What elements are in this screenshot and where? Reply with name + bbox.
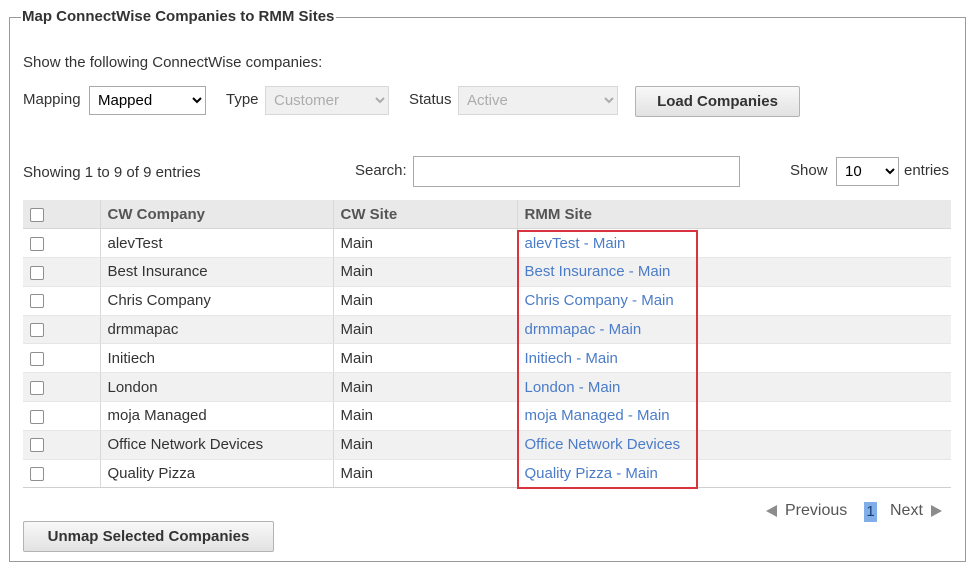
row-checkbox[interactable] <box>30 265 44 280</box>
cw-company-cell: Chris Company <box>100 286 334 316</box>
cw-site-cell: Main <box>333 315 518 345</box>
cw-site-cell: Main <box>333 286 518 316</box>
entries-info: Showing 1 to 9 of 9 entries <box>23 164 201 181</box>
type-label: Type <box>226 91 259 108</box>
row-checkbox[interactable] <box>30 467 44 482</box>
previous-label: Previous <box>785 502 848 519</box>
rmm-site-link[interactable]: London - Main <box>525 379 621 396</box>
mapping-label: Mapping <box>23 91 81 108</box>
rmm-site-link[interactable]: Quality Pizza - Main <box>525 465 658 482</box>
search-input[interactable] <box>413 156 740 187</box>
cw-site-cell: Main <box>333 343 518 374</box>
cw-site-cell: Main <box>333 459 518 489</box>
next-label: Next <box>890 502 923 519</box>
rmm-site-link[interactable]: Office Network Devices <box>525 436 681 453</box>
header-rmm-site[interactable]: RMM Site <box>517 200 951 230</box>
rmm-site-link[interactable]: alevTest - Main <box>525 235 626 252</box>
rmm-site-link[interactable]: Chris Company - Main <box>525 292 674 309</box>
status-select[interactable]: Active <box>458 86 618 115</box>
table-row: Office Network Devices Main Office Netwo… <box>23 430 951 460</box>
search-label: Search: <box>355 162 407 179</box>
panel-title: Map ConnectWise Companies to RMM Sites <box>21 8 337 26</box>
cw-site-cell: Main <box>333 372 518 403</box>
select-all-checkbox[interactable] <box>30 207 44 222</box>
cw-company-cell: drmmapac <box>100 315 334 345</box>
mapping-select[interactable]: Mapped <box>89 86 206 115</box>
row-checkbox[interactable] <box>30 323 44 338</box>
page-size-select[interactable]: 10 <box>836 157 899 186</box>
intro-text: Show the following ConnectWise companies… <box>23 54 323 71</box>
table-row: moja Managed Main moja Managed - Main <box>23 401 951 431</box>
rmm-site-link[interactable]: moja Managed - Main <box>525 407 670 424</box>
table-row: alevTest Main alevTest - Main <box>23 228 951 259</box>
rmm-site-link[interactable]: Initiech - Main <box>525 350 618 367</box>
table-header-row: CW Company CW Site RMM Site <box>23 200 951 230</box>
cw-company-cell: Quality Pizza <box>100 459 334 489</box>
row-checkbox[interactable] <box>30 409 44 424</box>
cw-company-cell: London <box>100 372 334 403</box>
cw-company-cell: alevTest <box>100 228 334 259</box>
table-row: Chris Company Main Chris Company - Main <box>23 286 951 316</box>
table-row: Quality Pizza Main Quality Pizza - Main <box>23 459 951 489</box>
cw-site-cell: Main <box>333 228 518 259</box>
cw-company-cell: moja Managed <box>100 401 334 431</box>
row-checkbox[interactable] <box>30 351 44 366</box>
cw-company-cell: Initiech <box>100 343 334 374</box>
companies-table: CW Company CW Site RMM Site alevTest Mai… <box>23 200 951 489</box>
triangle-left-icon <box>766 504 777 517</box>
entries-label: entries <box>904 162 950 179</box>
table-row: drmmapac Main drmmapac - Main <box>23 315 951 345</box>
select-all-cell <box>23 200 101 230</box>
rmm-site-link[interactable]: drmmapac - Main <box>525 321 642 338</box>
cw-site-cell: Main <box>333 257 518 287</box>
unmap-selected-button[interactable]: Unmap Selected Companies <box>23 521 274 552</box>
header-cw-site[interactable]: CW Site <box>333 200 518 230</box>
previous-page-button[interactable]: Previous <box>766 500 847 522</box>
show-label: Show <box>790 162 828 179</box>
rmm-site-link[interactable]: Best Insurance - Main <box>525 263 671 280</box>
triangle-right-icon <box>930 504 942 517</box>
cw-company-cell: Office Network Devices <box>100 430 334 460</box>
current-page-number[interactable]: 1 <box>864 502 877 522</box>
cw-site-cell: Main <box>333 401 518 431</box>
row-checkbox[interactable] <box>30 236 44 251</box>
row-checkbox[interactable] <box>30 380 44 395</box>
table-row: Best Insurance Main Best Insurance - Mai… <box>23 257 951 287</box>
load-companies-button[interactable]: Load Companies <box>635 86 800 117</box>
type-select[interactable]: Customer <box>265 86 389 115</box>
row-checkbox[interactable] <box>30 438 44 453</box>
row-checkbox[interactable] <box>30 294 44 309</box>
cw-company-cell: Best Insurance <box>100 257 334 287</box>
table-row: London Main London - Main <box>23 372 951 403</box>
next-page-button[interactable]: Next <box>890 500 942 522</box>
status-label: Status <box>409 91 452 108</box>
table-row: Initiech Main Initiech - Main <box>23 343 951 374</box>
cw-site-cell: Main <box>333 430 518 460</box>
header-cw-company[interactable]: CW Company <box>100 200 334 230</box>
